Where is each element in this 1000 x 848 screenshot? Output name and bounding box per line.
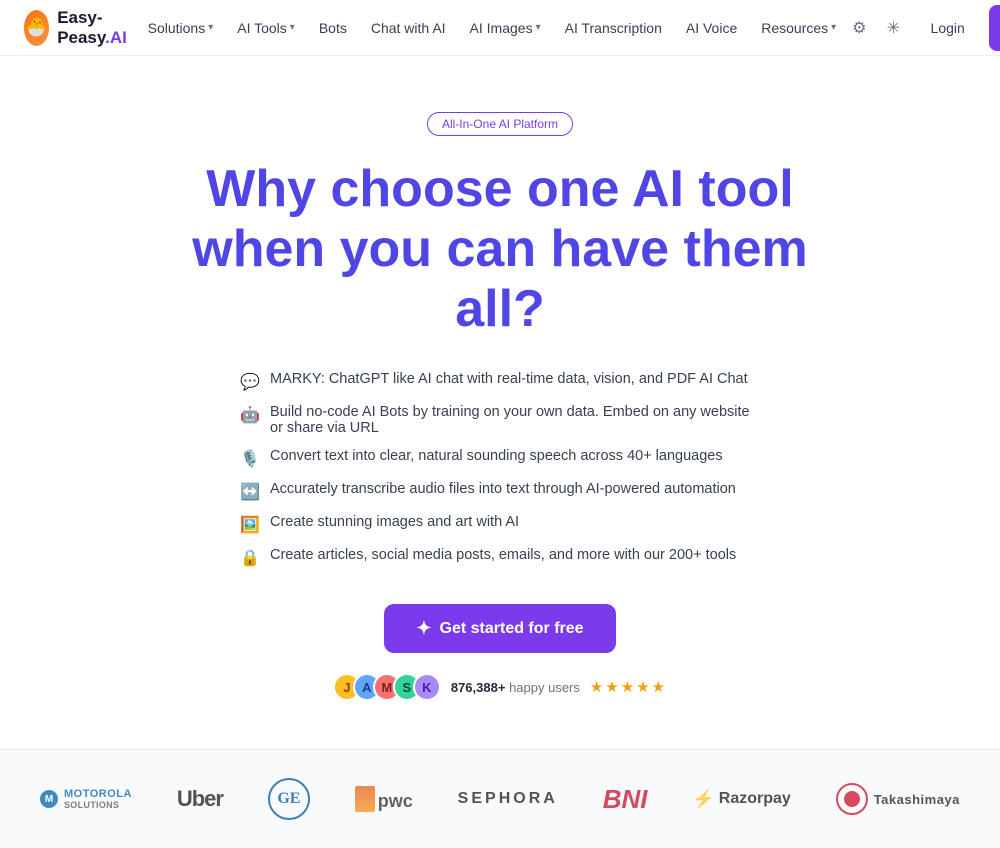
feature-item: 🔒 Create articles, social media posts, e… — [240, 547, 736, 568]
signup-button[interactable]: Sign up — [989, 5, 1000, 51]
hero-section: All-In-One AI Platform Why choose one AI… — [0, 56, 1000, 749]
tools-icon: 🔒 — [240, 548, 260, 568]
brand-uber: Uber — [177, 786, 223, 812]
feature-item: 🖼️ Create stunning images and art with A… — [240, 514, 519, 535]
nav-item-ai-images[interactable]: AI Images ▾ — [460, 14, 551, 42]
user-count-text: 876,388+ happy users — [451, 680, 580, 695]
login-button[interactable]: Login — [915, 13, 981, 43]
main-nav: Solutions ▾ AI Tools ▾ Bots Chat with AI… — [138, 14, 847, 42]
chevron-down-icon: ▾ — [831, 22, 836, 33]
sparkle-icon: ✦ — [416, 618, 431, 639]
settings-icon[interactable]: ⚙ — [846, 12, 872, 44]
social-proof: J A M S K 876,388+ happy users ★★★★★ — [333, 673, 667, 701]
hero-title: Why choose one AI tool when you can have… — [160, 160, 840, 339]
header-right: ⚙ ✳ Login Sign up — [846, 5, 1000, 51]
chevron-down-icon: ▾ — [208, 22, 213, 33]
brand-takashimaya: Takashimaya — [836, 783, 960, 815]
logo[interactable]: 🐣 Easy-Peasy.AI — [24, 8, 138, 48]
main-content: All-In-One AI Platform Why choose one AI… — [0, 56, 1000, 848]
brand-ge: GE — [268, 778, 310, 820]
brand-razorpay: ⚡ Razorpay — [692, 789, 790, 810]
avatar: K — [413, 673, 441, 701]
feature-item: 🤖 Build no-code AI Bots by training on y… — [240, 404, 760, 436]
brands-section: M MOTOROLA SOLUTIONS Uber GE pwc SEPHORA — [0, 749, 1000, 848]
motorola-icon: M — [40, 790, 58, 808]
hero-badge: All-In-One AI Platform — [427, 112, 573, 136]
features-list: 💬 MARKY: ChatGPT like AI chat with real-… — [240, 371, 760, 568]
nav-item-ai-voice[interactable]: AI Voice — [676, 14, 747, 42]
header: 🐣 Easy-Peasy.AI Solutions ▾ AI Tools ▾ B… — [0, 0, 1000, 56]
feature-item: ↔️ Accurately transcribe audio files int… — [240, 481, 736, 502]
brand-bni: BNI — [603, 784, 648, 815]
logo-text: Easy-Peasy.AI — [57, 8, 137, 48]
bot-icon: 🤖 — [240, 405, 260, 425]
pwc-square-icon — [355, 786, 375, 812]
user-avatars: J A M S K — [333, 673, 441, 701]
chevron-down-icon: ▾ — [536, 22, 541, 33]
nav-item-chat-with-ai[interactable]: Chat with AI — [361, 14, 456, 42]
chat-icon: 💬 — [240, 372, 260, 392]
star-rating: ★★★★★ — [590, 678, 667, 696]
nav-item-ai-transcription[interactable]: AI Transcription — [555, 14, 672, 42]
get-started-button[interactable]: ✦ Get started for free — [384, 604, 615, 653]
nav-item-solutions[interactable]: Solutions ▾ — [138, 14, 224, 42]
brand-motorola: M MOTOROLA SOLUTIONS — [40, 788, 132, 810]
brand-pwc: pwc — [355, 786, 413, 812]
brand-sephora: SEPHORA — [458, 790, 558, 808]
transcribe-icon: ↔️ — [240, 482, 260, 502]
razorpay-arrow-icon: ⚡ — [692, 789, 714, 810]
nav-item-resources[interactable]: Resources ▾ — [751, 14, 846, 42]
feature-item: 🎙️ Convert text into clear, natural soun… — [240, 448, 723, 469]
theme-icon[interactable]: ✳ — [880, 12, 906, 44]
chevron-down-icon: ▾ — [290, 22, 295, 33]
mic-icon: 🎙️ — [240, 449, 260, 469]
logo-icon: 🐣 — [24, 10, 49, 46]
feature-item: 💬 MARKY: ChatGPT like AI chat with real-… — [240, 371, 748, 392]
image-icon: 🖼️ — [240, 515, 260, 535]
nav-item-ai-tools[interactable]: AI Tools ▾ — [227, 14, 305, 42]
nav-item-bots[interactable]: Bots — [309, 14, 357, 42]
